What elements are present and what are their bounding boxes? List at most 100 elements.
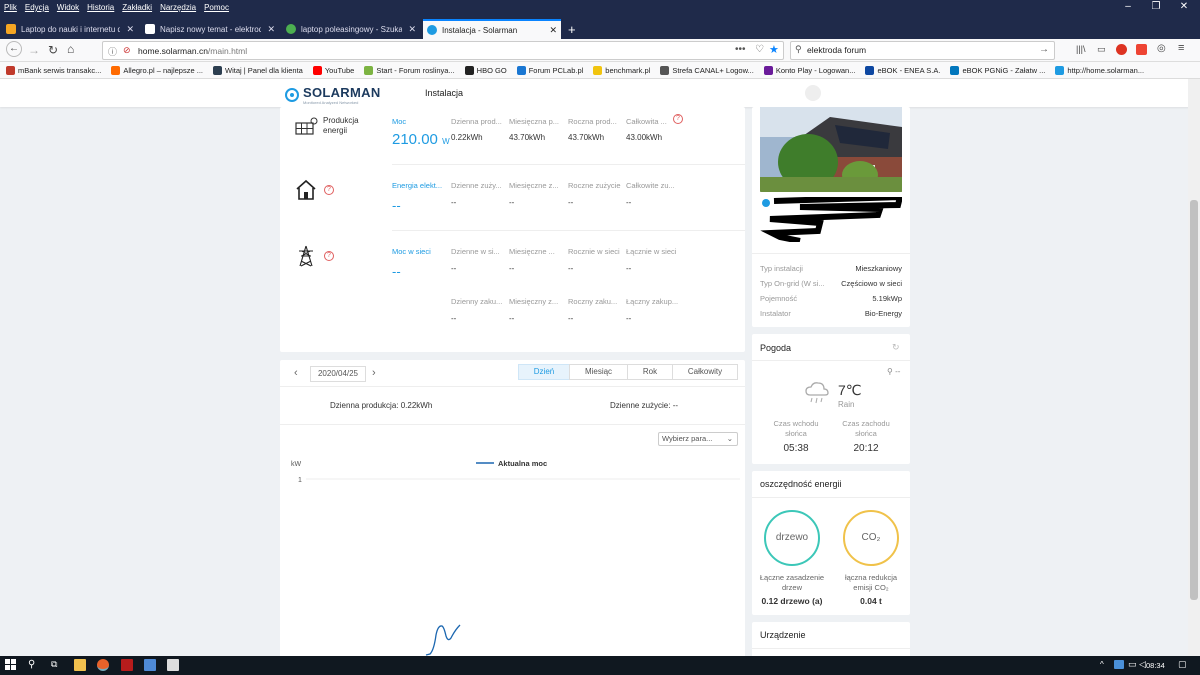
hamburger-menu-icon[interactable]: ≡: [1178, 42, 1184, 54]
close-window-icon[interactable]: ✕: [1174, 1, 1194, 12]
bookmark-item[interactable]: Start - Forum roslinya...: [364, 65, 455, 75]
home-icon[interactable]: ⌂: [67, 42, 74, 56]
library-icon[interactable]: |||\: [1076, 44, 1086, 54]
bookmark-item[interactable]: benchmark.pl: [593, 65, 650, 75]
tab-close-icon[interactable]: ✕: [126, 24, 134, 35]
menu-item-0[interactable]: Plik: [4, 3, 17, 12]
refresh-icon[interactable]: ↻: [892, 342, 900, 353]
url-bar[interactable]: ⓘ ⊘ home.solarman.cn/main.html ••• ♡ ★: [102, 41, 784, 60]
menu-item-3[interactable]: Historia: [87, 3, 114, 12]
task-view-icon[interactable]: ⧉: [51, 659, 63, 671]
adblock-icon[interactable]: [1116, 44, 1127, 55]
production-title: Produkcja energii: [323, 116, 359, 135]
search-box[interactable]: ⚲ →: [790, 41, 1055, 60]
restore-icon[interactable]: ❐: [1146, 1, 1166, 12]
tab-laptop-search[interactable]: laptop poleasingowy - Szukaj w ✕: [282, 19, 420, 39]
minimize-icon[interactable]: –: [1118, 1, 1138, 12]
redaction-mark: [760, 193, 904, 244]
page-scrollbar-thumb[interactable]: [1190, 200, 1198, 600]
pdf-extension-icon[interactable]: [1136, 44, 1147, 55]
bookmark-item[interactable]: mBank serwis transakc...: [6, 65, 102, 75]
parameter-select[interactable]: Wybierz para... ⌄: [658, 432, 738, 446]
menu-item-5[interactable]: Narzędzia: [160, 3, 196, 12]
window-titlebar: Plik Edycja Widok Historia Zakładki Narzędzia…: [0, 0, 1200, 17]
navigation-bar: ← → ↻ ⌂ ⓘ ⊘ home.solarman.cn/main.html •…: [0, 39, 1200, 62]
bookmark-item[interactable]: Forum PCLab.pl: [516, 65, 584, 75]
monthly-production-label: Miesięczna p...: [509, 117, 560, 126]
tray-app-icon[interactable]: [1114, 660, 1124, 669]
bookmark-item[interactable]: http://home.solarman...: [1055, 65, 1144, 75]
next-date-icon[interactable]: ›: [372, 367, 376, 379]
app-icon[interactable]: [121, 659, 133, 671]
tab-laptop[interactable]: Laptop do nauki i internetu do ✕: [2, 19, 138, 39]
sidebar-icon[interactable]: ▭: [1097, 44, 1106, 55]
bookmark-item[interactable]: HBO GO: [464, 65, 507, 75]
firefox-icon[interactable]: [97, 659, 109, 671]
volume-icon[interactable]: ◁: [1139, 659, 1146, 670]
network-icon[interactable]: ▭: [1128, 659, 1137, 670]
menu-item-6[interactable]: Pomoc: [204, 3, 229, 12]
range-tab-month[interactable]: Miesiąc: [569, 364, 628, 380]
bookmark-item[interactable]: Strefa CANAL+ Logow...: [660, 65, 754, 75]
bookmark-item[interactable]: Allegro.pl – najlepsze ...: [111, 65, 203, 75]
chart-legend-label[interactable]: Aktualna moc: [498, 459, 547, 468]
pocket-icon[interactable]: ♡: [755, 44, 764, 55]
search-icon[interactable]: ⚲: [28, 659, 40, 671]
grid-help-icon[interactable]: ?: [324, 251, 334, 261]
bookmark-item[interactable]: YouTube: [312, 65, 355, 75]
bookmark-item[interactable]: Konto Play - Logowan...: [763, 65, 855, 75]
daily-consumption-label: Dzienne zuży...: [451, 181, 502, 190]
forward-icon[interactable]: →: [28, 43, 40, 57]
taskbar-clock[interactable]: 08:34: [1146, 661, 1165, 670]
bookmark-label: mBank serwis transakc...: [18, 65, 102, 75]
tab-close-icon[interactable]: ✕: [408, 24, 416, 35]
new-tab-button[interactable]: +: [564, 19, 582, 39]
plant-photo[interactable]: [760, 107, 902, 192]
url-path: /main.html: [207, 46, 248, 56]
solarman-logo[interactable]: SOLARMAN Monitored Analyzed Networked: [285, 85, 381, 105]
bookmark-item[interactable]: Witaj | Panel dla klienta: [213, 65, 303, 75]
tray-chevron-icon[interactable]: ^: [1100, 660, 1104, 669]
menu-item-2[interactable]: Widok: [57, 3, 79, 12]
sunrise-time: 05:38: [783, 443, 809, 454]
redacted-plant-name: [760, 193, 904, 244]
bookmark-item[interactable]: eBOK PGNiG - Załatw ...: [950, 65, 1045, 75]
menu-item-1[interactable]: Edycja: [25, 3, 49, 12]
bookmark-label: YouTube: [324, 65, 355, 75]
file-explorer-icon[interactable]: [74, 659, 86, 671]
range-tab-total[interactable]: Całkowity: [672, 364, 738, 380]
reload-icon[interactable]: ↻: [48, 43, 58, 57]
account-icon[interactable]: ◎: [1157, 43, 1166, 54]
mail-icon[interactable]: [144, 659, 156, 671]
tab-napisz[interactable]: Napisz nowy temat - elektroda ✕: [141, 19, 279, 39]
windows-start-icon[interactable]: [5, 659, 17, 671]
prev-date-icon[interactable]: ‹: [294, 367, 298, 379]
consumption-help-icon[interactable]: ?: [324, 185, 334, 195]
tab-solarman[interactable]: Instalacja - Solarman ✕: [423, 19, 561, 39]
total-production-value: 43.00kWh: [626, 133, 663, 142]
monthly-consumption-label: Miesięczne z...: [509, 181, 559, 190]
bookmark-star-icon[interactable]: ★: [769, 43, 779, 56]
range-tab-year[interactable]: Rok: [627, 364, 673, 380]
date-picker[interactable]: 2020/04/25: [310, 366, 366, 382]
user-avatar[interactable]: [805, 85, 821, 101]
info-icon[interactable]: ⓘ: [108, 45, 117, 58]
help-icon[interactable]: ?: [673, 114, 683, 124]
search-go-icon[interactable]: →: [1039, 44, 1049, 55]
bookmark-label: Forum PCLab.pl: [528, 65, 584, 75]
notification-icon[interactable]: ▢: [1178, 659, 1187, 670]
back-icon[interactable]: ←: [6, 41, 22, 57]
tab-close-icon[interactable]: ✕: [549, 25, 557, 36]
calculator-icon[interactable]: [167, 659, 179, 671]
tab-favicon-icon: [6, 24, 16, 34]
menu-item-4[interactable]: Zakładki: [122, 3, 152, 12]
row-divider: [392, 230, 745, 231]
bookmark-item[interactable]: eBOK - ENEA S.A.: [865, 65, 940, 75]
more-icon[interactable]: •••: [735, 44, 746, 55]
range-tab-day[interactable]: Dzień: [518, 364, 570, 380]
tab-close-icon[interactable]: ✕: [267, 24, 275, 35]
bookmark-favicon-icon: [593, 65, 603, 75]
nav-instalacja[interactable]: Instalacja: [425, 88, 463, 98]
daily-feedin-value: --: [451, 264, 457, 273]
search-input[interactable]: [807, 45, 1027, 55]
